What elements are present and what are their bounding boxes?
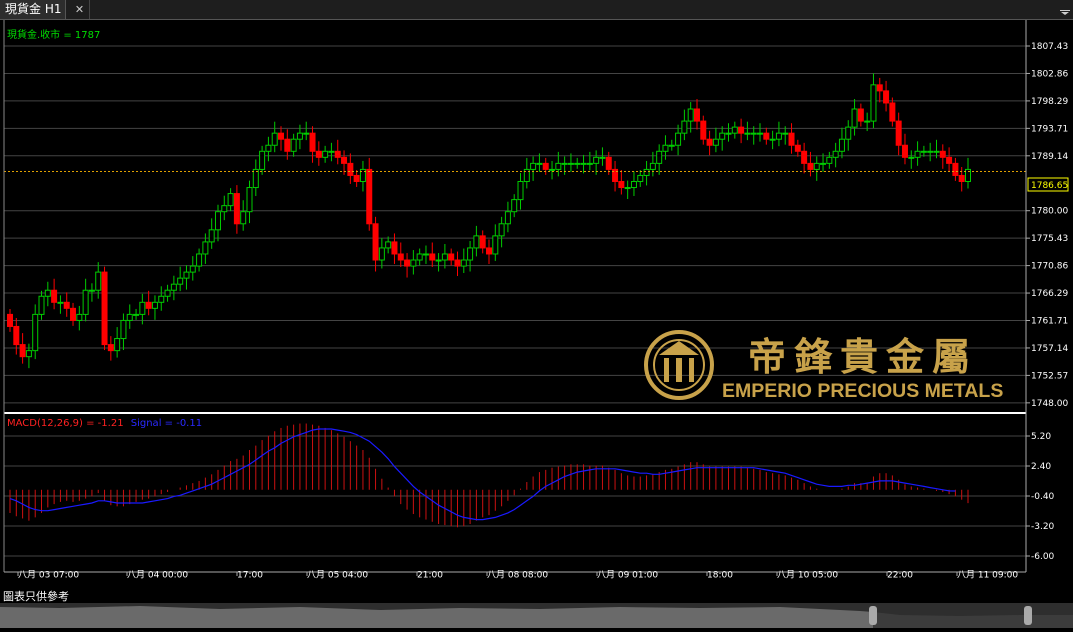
- tab-bar: 現貨金 H1 ✕: [0, 0, 1073, 20]
- price-axis-tick: 1766.29: [1031, 289, 1068, 299]
- svg-text:1786.65: 1786.65: [1031, 181, 1068, 191]
- time-axis-tick: 18:00: [707, 571, 733, 581]
- disclaimer-note: 圖表只供參考: [3, 590, 69, 603]
- price-axis-tick: 1757.14: [1031, 344, 1068, 354]
- price-axis-tick: 1748.00: [1031, 399, 1068, 409]
- price-axis-tick: 1807.43: [1031, 42, 1068, 52]
- time-axis-tick: 21:00: [417, 571, 443, 581]
- price-axis-tick: 1780.00: [1031, 207, 1068, 217]
- price-axis-tick: 1770.86: [1031, 262, 1068, 272]
- time-axis-tick: 八月 11 09:00: [957, 570, 1018, 581]
- price-axis-tick: 1752.57: [1031, 371, 1068, 381]
- time-axis-tick: 八月 09 01:00: [597, 570, 658, 581]
- macd-label: MACD(12,26,9) = -1.21: [7, 418, 124, 429]
- signal-label: Signal = -0.11: [131, 418, 202, 429]
- price-axis-tick: 1775.43: [1031, 234, 1068, 244]
- scrollbar-handle-left: [869, 606, 877, 625]
- candle: [101, 266, 108, 351]
- time-axis-tick: 八月 05 04:00: [307, 570, 368, 581]
- price-series-label: 現貨金.收市 = 1787: [7, 28, 100, 41]
- svg-text:MACD(12,26,9) = -1.21 Sign: MACD(12,26,9) = -1.21 Signal = -0.11: [7, 418, 202, 429]
- macd-axis-tick: -0.40: [1031, 492, 1055, 502]
- watermark-chinese: 帝鋒貴金屬: [748, 334, 978, 379]
- time-axis-tick: 八月 03 07:00: [18, 570, 79, 581]
- time-axis-tick: 22:00: [887, 571, 913, 581]
- scrollbar-handle-right: [1024, 606, 1032, 625]
- chart-area: 帝鋒貴金屬 EMPERIO PRECIOUS METALS 現貨金.收市 = 1…: [0, 20, 1073, 595]
- chart-scrollbar[interactable]: [0, 603, 1073, 628]
- macd-axis-tick: -6.00: [1031, 552, 1055, 562]
- price-axis-tick: 1798.29: [1031, 97, 1068, 107]
- watermark-english: EMPERIO PRECIOUS METALS: [722, 380, 1003, 402]
- macd-axis-tick: 5.20: [1031, 432, 1051, 442]
- macd-axis-tick: -3.20: [1031, 522, 1055, 532]
- price-axis-tick: 1789.14: [1031, 152, 1068, 162]
- tab-menu-icon[interactable]: [1059, 2, 1071, 16]
- close-icon[interactable]: ✕: [70, 0, 90, 19]
- macd-axis-tick: 2.40: [1031, 462, 1051, 472]
- price-axis-tick: 1793.71: [1031, 124, 1068, 134]
- time-axis-tick: 八月 08 08:00: [487, 570, 548, 581]
- time-axis-tick: 八月 10 05:00: [777, 570, 838, 581]
- current-price-tag: 1786.65: [1027, 177, 1069, 192]
- time-axis-tick: 17:00: [237, 571, 263, 581]
- price-axis-tick: 1761.71: [1031, 317, 1068, 327]
- tab-gold-h1[interactable]: 現貨金 H1: [0, 0, 66, 19]
- time-axis-tick: 八月 04 00:00: [127, 570, 188, 581]
- price-axis-tick: 1802.86: [1031, 69, 1068, 79]
